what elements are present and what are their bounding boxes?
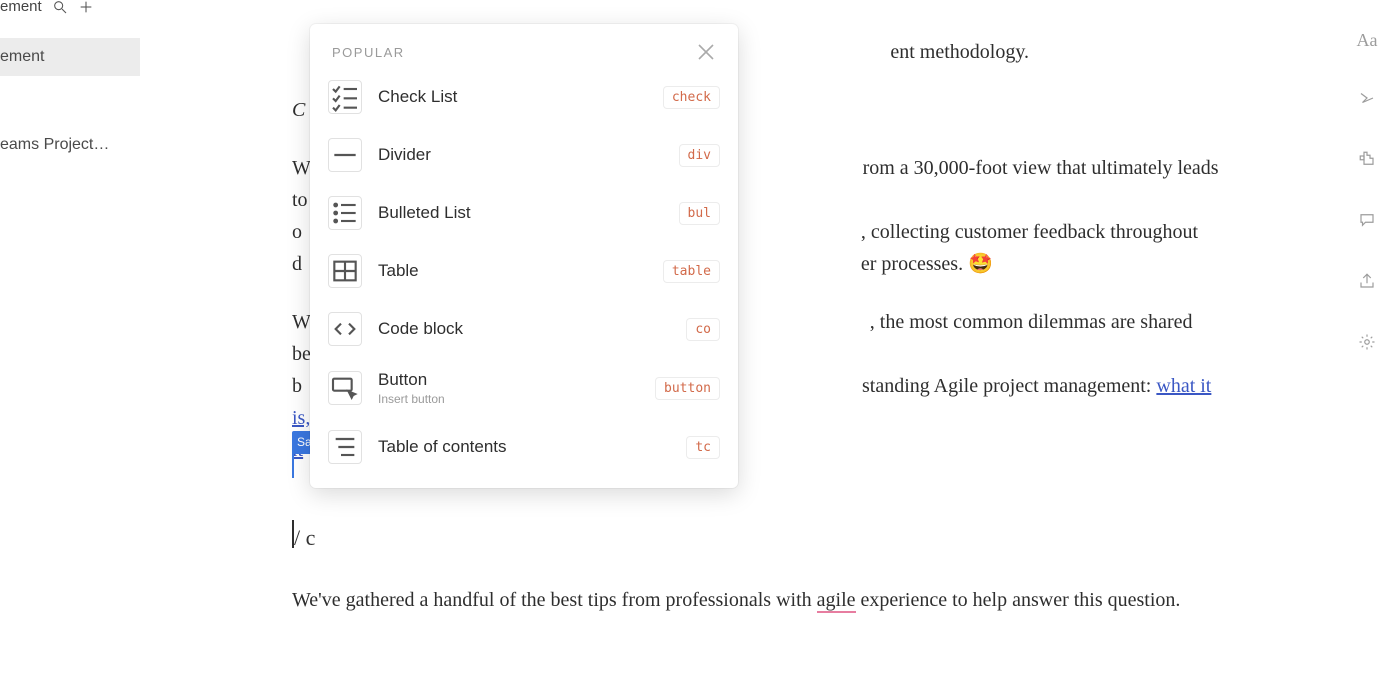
popup-item-divider[interactable]: Divider div (310, 126, 738, 184)
popup-section-title: POPULAR (332, 45, 405, 60)
popup-item-sublabel: Insert button (378, 392, 639, 406)
popup-item-shortcut: table (663, 260, 720, 283)
text-fragment: o (292, 221, 302, 243)
paragraph[interactable]: We've gathered a handful of the best tip… (292, 584, 1180, 616)
checklist-icon (328, 80, 362, 114)
close-icon[interactable] (694, 40, 718, 64)
sidebar-top-tools: ement (0, 0, 94, 15)
share-icon[interactable] (1358, 272, 1376, 295)
popup-item-table-of-contents[interactable]: Table of contents tc (310, 418, 738, 476)
popup-item-shortcut: button (655, 377, 720, 400)
sidebar-item-label: ement (0, 48, 44, 65)
settings-icon[interactable] (1358, 333, 1376, 356)
popup-item-shortcut: tc (686, 436, 720, 459)
text-fragment: W (292, 157, 311, 179)
text-fragment: experience to help answer this question. (856, 589, 1181, 611)
slash-command-text: / c (294, 525, 315, 550)
text-fragment: , collecting customer feedback throughou… (861, 221, 1198, 243)
button-icon (328, 371, 362, 405)
extensions-icon[interactable] (1358, 150, 1376, 173)
text-fragment: C (292, 99, 305, 121)
popup-item-label: Table (378, 261, 647, 281)
right-toolbar: Aa (1352, 30, 1382, 356)
collab-cursor-caret (292, 448, 294, 478)
text-fragment: d (292, 253, 302, 275)
typography-button[interactable]: Aa (1357, 30, 1378, 51)
popup-item-bulleted-list[interactable]: Bulleted List bul (310, 184, 738, 242)
sidebar-item-label: eams Project… (0, 136, 109, 153)
popup-item-label: Code block (378, 319, 670, 339)
text-fragment: standing Agile project management: (862, 375, 1156, 397)
popup-item-shortcut: div (679, 144, 720, 167)
search-icon[interactable] (52, 0, 68, 15)
popup-item-label: Divider (378, 145, 663, 165)
popup-item-label: Table of contents (378, 437, 670, 457)
popup-item-shortcut: check (663, 86, 720, 109)
emoji-heart-eyes: 🤩 (968, 253, 993, 275)
divider-icon (328, 138, 362, 172)
code-block-icon (328, 312, 362, 346)
slash-command-popup: POPULAR Check List check Divider div Bul… (310, 24, 738, 488)
text-fragment: er processes. (861, 253, 968, 275)
spellcheck-word[interactable]: agile (817, 589, 856, 613)
table-icon (328, 254, 362, 288)
lightning-icon[interactable] (1358, 89, 1376, 112)
bulleted-list-icon (328, 196, 362, 230)
sidebar-item-selected[interactable]: ement (0, 38, 140, 76)
sidebar-item-teams-project[interactable]: eams Project… (0, 126, 140, 164)
popup-item-check-list[interactable]: Check List check (310, 68, 738, 126)
text-fragment: W (292, 311, 311, 333)
popup-item-label: Bulleted List (378, 203, 663, 223)
toc-icon (328, 430, 362, 464)
text-fragment: We've gathered a handful of the best tip… (292, 589, 817, 611)
slash-command-input[interactable]: / c (292, 520, 315, 548)
popup-item-label: Check List (378, 87, 647, 107)
text-fragment: b (292, 375, 302, 397)
popup-item-label: Button (378, 370, 639, 390)
popup-item-table[interactable]: Table table (310, 242, 738, 300)
popup-item-code-block[interactable]: Code block co (310, 300, 738, 358)
popup-header: POPULAR (310, 24, 738, 68)
popup-item-shortcut: co (686, 318, 720, 341)
sidebar: ement ement eams Project… (0, 0, 160, 686)
comments-icon[interactable] (1358, 211, 1376, 234)
sidebar-title-fragment: ement (0, 0, 42, 15)
popup-item-button[interactable]: Button Insert button button (310, 358, 738, 418)
add-icon[interactable] (78, 0, 94, 15)
popup-item-shortcut: bul (679, 202, 720, 225)
text-fragment: ent methodology. (890, 41, 1029, 63)
